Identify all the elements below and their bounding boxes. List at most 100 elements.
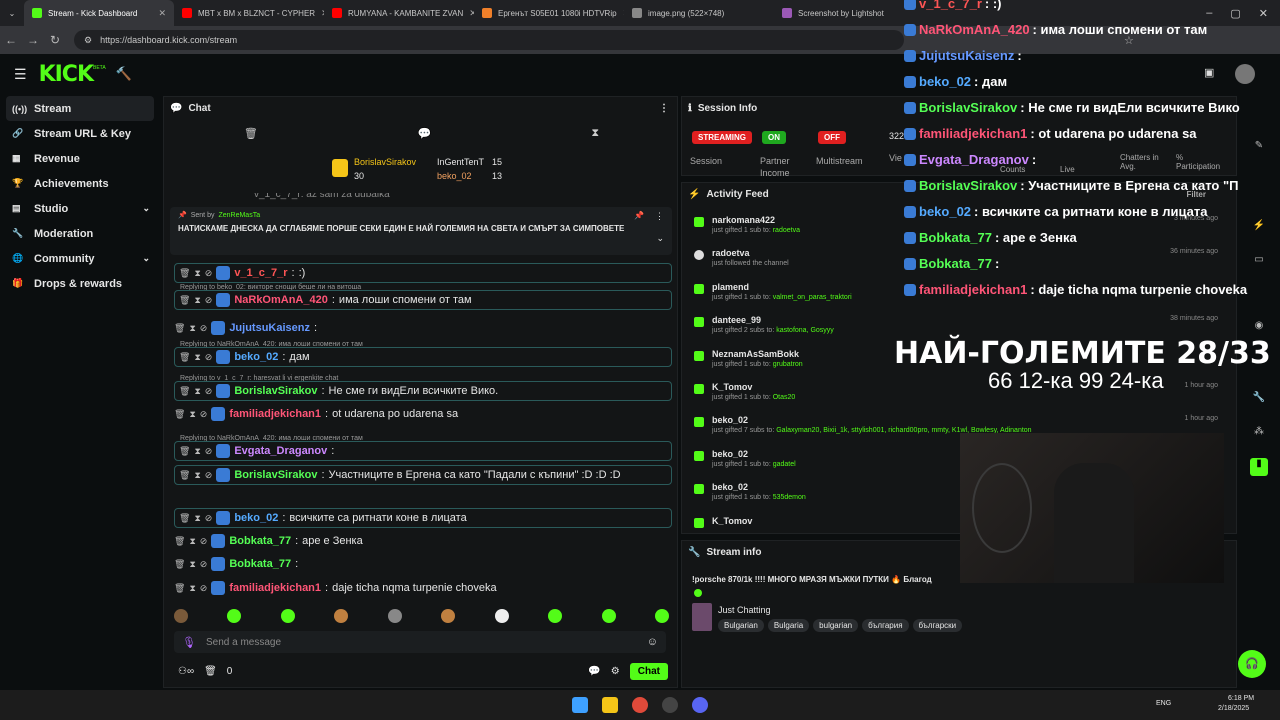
ban-icon[interactable]: ⊘ xyxy=(205,352,213,363)
pinned-user[interactable]: ZenReMasTa xyxy=(218,212,260,219)
minimize-icon[interactable]: – xyxy=(1206,7,1212,19)
delete-icon[interactable]: 🗑 xyxy=(174,409,185,420)
ban-icon[interactable]: ⊘ xyxy=(200,536,208,547)
forward-icon[interactable]: → xyxy=(22,33,44,47)
edit-icon[interactable]: ✎ xyxy=(1250,140,1268,158)
chat-settings-icon[interactable]: ⚙ xyxy=(611,666,620,677)
ban-icon[interactable]: ⊘ xyxy=(205,386,213,397)
unpin-icon[interactable]: 📌 xyxy=(634,211,644,220)
username[interactable]: v_1_c_7_r xyxy=(234,267,287,279)
username[interactable]: familiadjekichan1 xyxy=(229,408,321,420)
clock-time[interactable]: 6:18 PM xyxy=(1228,695,1254,702)
delete-icon[interactable]: 🗑 xyxy=(174,583,185,594)
timeout-icon[interactable]: ⧗ xyxy=(194,386,200,397)
send-chat-button[interactable]: Chat xyxy=(629,663,668,680)
delete-icon[interactable]: 🗑 xyxy=(174,536,185,547)
message-input[interactable]: Send a message xyxy=(206,637,281,648)
sidebar-item-studio[interactable]: ▤ Studio ⌄ xyxy=(0,196,160,221)
chevron-down-icon[interactable]: ⌄ xyxy=(142,203,150,214)
hammer-icon[interactable]: 🔨 xyxy=(116,66,132,82)
chevron-down-icon[interactable]: ⌄ xyxy=(142,253,150,264)
status-pill[interactable]: STREAMING xyxy=(692,131,752,144)
timeout-icon[interactable]: ⧗ xyxy=(194,295,200,306)
back-icon[interactable]: ← xyxy=(0,33,22,47)
browser-tab[interactable]: Stream - Kick Dashboard ✕ xyxy=(24,0,174,26)
avatar[interactable] xyxy=(1235,64,1255,84)
delete-icon[interactable]: 🗑 xyxy=(174,323,185,334)
sidebar-item-revenue[interactable]: ▦ Revenue xyxy=(0,146,160,171)
flash-icon[interactable]: ⚡ xyxy=(1250,220,1268,238)
activity-recipients[interactable]: 535demon xyxy=(773,494,806,501)
green-action-icon[interactable]: ▮ xyxy=(1250,458,1268,476)
sidebar-item-stream[interactable]: ((•)) Stream xyxy=(6,96,154,121)
discord-icon[interactable] xyxy=(692,697,708,713)
timeout-icon[interactable]: ⧗ xyxy=(194,352,200,363)
timeout-icon[interactable]: ⧗ xyxy=(189,409,195,420)
timeout-icon[interactable]: ⧗ xyxy=(194,268,200,279)
emote-icon[interactable] xyxy=(548,609,563,623)
stream-tag[interactable]: българия xyxy=(862,619,909,632)
username[interactable]: familiadjekichan1 xyxy=(229,582,321,594)
timeout-icon[interactable]: ⧗ xyxy=(194,513,200,524)
windows-start-icon[interactable] xyxy=(572,697,588,713)
category-name[interactable]: Just Chatting xyxy=(718,605,771,615)
tab-close-icon[interactable]: ✕ xyxy=(158,8,166,19)
ban-icon[interactable]: ⊘ xyxy=(205,295,213,306)
pinned-more-icon[interactable]: ⋮ xyxy=(655,211,664,222)
cast-icon[interactable]: ▣ xyxy=(1204,66,1214,79)
chat-more-icon[interactable]: ⋮ xyxy=(659,103,669,114)
mic-icon[interactable]: 🎙 xyxy=(182,636,196,649)
menu-icon[interactable]: ☰ xyxy=(14,66,27,83)
emote-icon[interactable] xyxy=(654,609,669,623)
stream-tag[interactable]: Bulgaria xyxy=(767,619,810,632)
delete-icon[interactable]: 🗑 xyxy=(179,268,190,279)
username[interactable]: Evgata_Draganov xyxy=(234,445,327,457)
emote-icon[interactable] xyxy=(334,609,349,623)
activity-recipients[interactable]: grubatron xyxy=(773,361,803,368)
delete-icon[interactable]: 🗑 xyxy=(179,295,190,306)
window-controls[interactable]: – ▢ ✕ xyxy=(1206,0,1280,26)
top-gifter-3-name[interactable]: beko_02 xyxy=(437,171,472,181)
site-info-icon[interactable]: ⚙ xyxy=(84,35,92,46)
expand-pinned-icon[interactable]: ⌄ xyxy=(656,233,664,244)
activity-user[interactable]: danteee_99 xyxy=(712,315,1228,325)
timeout-icon[interactable]: ⧗ xyxy=(194,470,200,481)
username[interactable]: Bobkata_77 xyxy=(229,558,291,570)
username[interactable]: beko_02 xyxy=(234,351,278,363)
tab-list-button[interactable]: ⌄ xyxy=(0,0,24,26)
emote-icon[interactable] xyxy=(227,609,242,623)
delete-icon[interactable]: 🗑 xyxy=(174,559,185,570)
browser-tab[interactable]: Screenshot by Lightshot xyxy=(774,0,924,26)
reload-icon[interactable]: ↻ xyxy=(44,33,66,47)
emote-icon[interactable] xyxy=(494,609,509,623)
timeout-icon[interactable]: ⧗ xyxy=(189,536,195,547)
ban-icon[interactable]: ⊘ xyxy=(205,513,213,524)
timeout-icon[interactable]: ⧗ xyxy=(189,583,195,594)
timeout-icon[interactable]: ⧗ xyxy=(194,446,200,457)
status-pill[interactable]: ON xyxy=(762,131,786,144)
ban-icon[interactable]: ⊘ xyxy=(200,583,208,594)
activity-recipients[interactable]: valmet_on_paras_traktori xyxy=(773,294,852,301)
share-icon[interactable]: ⁂ xyxy=(1250,426,1268,444)
ban-icon[interactable]: ⊘ xyxy=(200,409,208,420)
support-icon[interactable]: 🎧 xyxy=(1238,650,1266,678)
chat-settings-speech-icon[interactable]: 💬 xyxy=(588,666,600,677)
ban-icon[interactable]: ⊘ xyxy=(200,323,208,334)
sidebar-item-achievements[interactable]: 🏆 Achievements xyxy=(0,171,160,196)
activity-recipients[interactable]: radoetva xyxy=(773,227,800,234)
username[interactable]: JujutsuKaisenz xyxy=(229,322,310,334)
activity-user[interactable]: beko_02 xyxy=(712,415,1228,425)
users-icon[interactable]: ⚇∞ xyxy=(178,666,194,677)
top-gifter-2-name[interactable]: InGentTenT xyxy=(437,157,484,167)
sidebar-item-drops-rewards[interactable]: 🎁 Drops & rewards xyxy=(0,271,160,296)
emote-icon[interactable] xyxy=(441,609,456,623)
emote-icon[interactable] xyxy=(174,609,188,623)
timeout-icon[interactable]: ⧗ xyxy=(189,559,195,570)
ban-icon[interactable]: ⊘ xyxy=(200,559,208,570)
url-field[interactable]: ⚙ https://dashboard.kick.com/stream xyxy=(74,30,904,50)
close-window-icon[interactable]: ✕ xyxy=(1259,7,1268,20)
username[interactable]: Bobkata_77 xyxy=(229,535,291,547)
delete-icon[interactable]: 🗑 xyxy=(179,446,190,457)
language-indicator[interactable]: ENG xyxy=(1156,700,1171,707)
kick-logo[interactable]: KICK xyxy=(39,62,94,87)
